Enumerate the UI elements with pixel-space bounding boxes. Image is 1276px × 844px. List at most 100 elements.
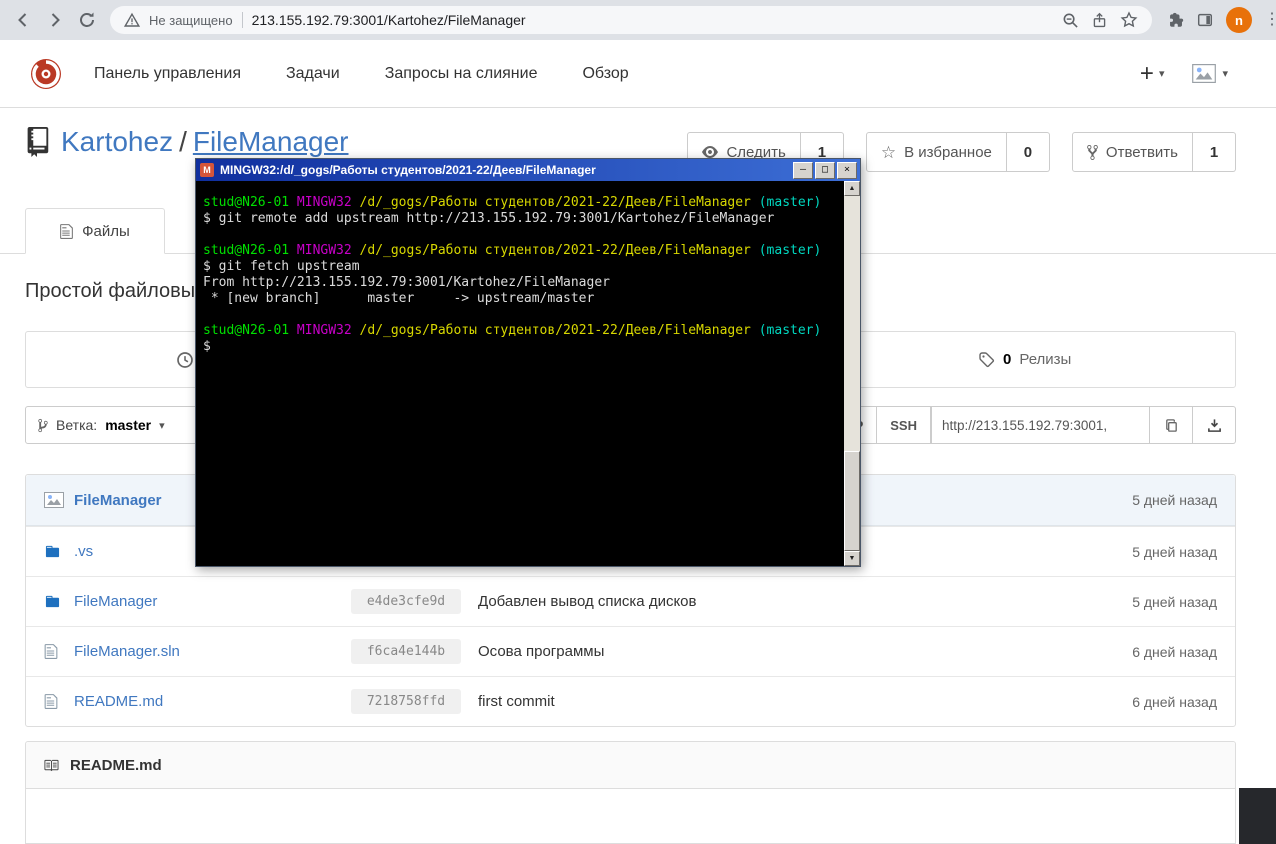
fork-group: Ответвить 1	[1071, 132, 1236, 172]
file-age: 6 дней назад	[1132, 643, 1217, 660]
omnibox-divider	[241, 12, 243, 28]
browser-actions: n ⋮	[1160, 7, 1276, 33]
latest-commit-age: 5 дней назад	[1132, 492, 1217, 508]
book-open-icon	[42, 758, 60, 773]
browser-profile-avatar[interactable]: n	[1226, 7, 1252, 33]
scroll-up-icon[interactable]: ▲	[844, 181, 860, 196]
user-avatar-broken-image-icon	[1192, 64, 1217, 83]
back-icon[interactable]	[8, 5, 38, 35]
repo-title-separator: /	[179, 126, 187, 157]
star-icon: ☆	[880, 142, 897, 162]
clone-url-input[interactable]	[931, 406, 1149, 444]
terminal-titlebar[interactable]: M MINGW32:/d/_gogs/Работы студентов/2021…	[196, 159, 860, 181]
url-text[interactable]: 213.155.192.79:3001/Kartohez/FileManager	[252, 12, 1053, 28]
readme-panel: README.md	[25, 741, 1236, 844]
terminal-line: * [new branch] master -> upstream/master	[203, 291, 595, 306]
copy-clone-url-button[interactable]	[1149, 406, 1193, 444]
terminal-line: $ git fetch upstream	[203, 259, 360, 274]
fork-label: Ответвить	[1105, 143, 1178, 161]
scrollbar-thumb[interactable]	[844, 451, 860, 551]
file-name-link[interactable]: FileManager	[74, 593, 351, 610]
gogs-navbar: Панель управления Задачи Запросы на слия…	[0, 40, 1276, 108]
terminal-scrollbar[interactable]: ▲ ▼	[844, 181, 860, 566]
terminal-line: stud@N26-01 MINGW32 /d/_gogs/Работы студ…	[203, 243, 822, 258]
commit-message-link[interactable]: first commit	[478, 693, 555, 710]
branch-name: master	[105, 417, 152, 433]
terminal-line: stud@N26-01 MINGW32 /d/_gogs/Работы студ…	[203, 323, 822, 338]
terminal-close-button[interactable]: ×	[837, 161, 857, 179]
screen-corner-artifact	[1239, 788, 1276, 844]
repo-book-icon	[25, 127, 49, 157]
star-button[interactable]: ☆ В избранное	[865, 132, 1007, 172]
download-archive-button[interactable]	[1193, 406, 1236, 444]
create-new-dropdown[interactable]: + ▾	[1140, 60, 1165, 88]
refresh-icon[interactable]	[72, 5, 102, 35]
commit-sha-link[interactable]: e4de3cfe9d	[351, 589, 461, 614]
nav-item-dashboard[interactable]: Панель управления	[94, 65, 241, 83]
table-row: FileManager e4de3cfe9d Добавлен вывод сп…	[26, 576, 1235, 626]
screen: Не защищено 213.155.192.79:3001/Kartohez…	[0, 0, 1276, 844]
commits-history-icon	[176, 351, 194, 369]
readme-title: README.md	[70, 756, 162, 774]
gogs-logo[interactable]	[28, 56, 64, 92]
share-icon[interactable]	[1091, 12, 1108, 29]
folder-icon	[44, 544, 62, 559]
plus-icon: +	[1139, 59, 1154, 87]
file-age: 6 дней назад	[1132, 693, 1217, 710]
folder-icon	[44, 594, 62, 609]
tab-files[interactable]: Файлы	[25, 208, 165, 254]
forward-icon[interactable]	[40, 5, 70, 35]
nav-item-explore[interactable]: Обзор	[582, 65, 628, 83]
readme-header: README.md	[26, 742, 1235, 789]
repo-header: Kartohez / FileManager	[25, 126, 349, 158]
caret-down-icon: ▾	[1158, 68, 1165, 80]
not-secure-warning-icon	[124, 12, 140, 28]
file-name-link[interactable]: README.md	[74, 693, 351, 710]
browser-toolbar: Не защищено 213.155.192.79:3001/Kartohez…	[0, 0, 1276, 40]
releases-stat[interactable]: 0 Релизы	[979, 332, 1071, 387]
terminal-client-area: stud@N26-01 MINGW32 /d/_gogs/Работы студ…	[196, 181, 860, 566]
table-row: README.md 7218758ffd first commit 6 дней…	[26, 676, 1235, 726]
file-age: 5 дней назад	[1132, 543, 1217, 560]
nav-item-issues[interactable]: Задачи	[286, 65, 340, 83]
repo-title: Kartohez / FileManager	[61, 126, 349, 158]
scroll-down-icon[interactable]: ▼	[844, 551, 860, 566]
terminal-body[interactable]: stud@N26-01 MINGW32 /d/_gogs/Работы студ…	[196, 181, 844, 566]
browser-menu-icon[interactable]: ⋮	[1264, 12, 1276, 28]
terminal-window[interactable]: M MINGW32:/d/_gogs/Работы студентов/2021…	[195, 158, 861, 567]
commit-message-link[interactable]: Осова программы	[478, 643, 604, 660]
clone-url-group: HTTP SSH	[815, 406, 1236, 444]
caret-down-icon: ▾	[159, 419, 165, 432]
branch-selector[interactable]: Ветка: master ▾	[25, 406, 201, 444]
fork-count[interactable]: 1	[1193, 132, 1236, 172]
terminal-line: stud@N26-01 MINGW32 /d/_gogs/Работы студ…	[203, 195, 822, 210]
bookmark-star-icon[interactable]	[1120, 11, 1138, 29]
commit-sha-link[interactable]: 7218758ffd	[351, 689, 461, 714]
fork-button[interactable]: Ответвить	[1071, 132, 1193, 172]
side-panel-icon[interactable]	[1196, 11, 1214, 29]
ssh-protocol-button[interactable]: SSH	[876, 406, 931, 444]
repo-owner-link[interactable]: Kartohez	[61, 126, 173, 157]
commit-message-link[interactable]: Добавлен вывод списка дисков	[478, 593, 697, 610]
file-icon	[44, 643, 62, 660]
file-icon	[44, 693, 62, 710]
repo-name-link[interactable]: FileManager	[193, 126, 349, 157]
address-bar[interactable]: Не защищено 213.155.192.79:3001/Kartohez…	[110, 6, 1152, 34]
latest-commit-author[interactable]: FileManager	[74, 492, 162, 509]
releases-count: 0	[1003, 351, 1012, 368]
user-menu-dropdown[interactable]: ▾	[1192, 64, 1228, 83]
tag-icon	[979, 351, 995, 368]
terminal-minimize-button[interactable]: –	[793, 161, 813, 179]
zoom-icon[interactable]	[1062, 12, 1079, 29]
terminal-maximize-button[interactable]: □	[815, 161, 835, 179]
nav-item-pull-requests[interactable]: Запросы на слияние	[385, 65, 538, 83]
git-branch-icon	[38, 418, 48, 433]
file-name-link[interactable]: FileManager.sln	[74, 643, 351, 660]
terminal-icon: M	[200, 163, 214, 177]
star-count[interactable]: 0	[1006, 132, 1050, 172]
commit-sha-link[interactable]: f6ca4e144b	[351, 639, 461, 664]
terminal-line: $ git remote add upstream http://213.155…	[203, 211, 775, 226]
extensions-puzzle-icon[interactable]	[1166, 11, 1184, 29]
